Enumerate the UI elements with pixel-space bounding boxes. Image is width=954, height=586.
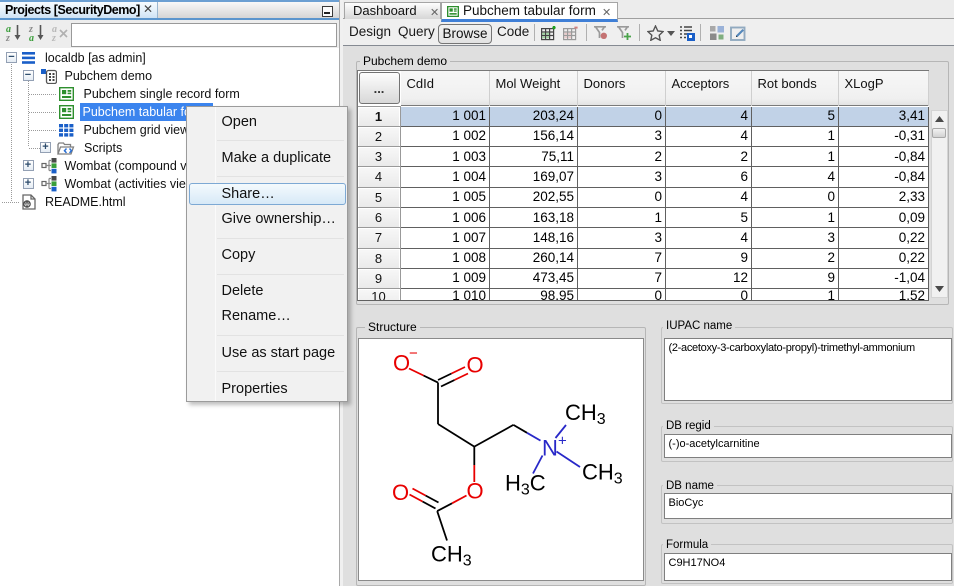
svg-text:O: O [393,351,410,376]
svg-text:O: O [392,480,409,505]
svg-text:+: + [558,433,567,450]
svg-text:z: z [5,33,10,43]
svg-text:CH3: CH3 [565,400,606,428]
svg-text:−: − [409,345,418,362]
svg-text:CH3: CH3 [582,460,623,488]
svg-text:CH3: CH3 [431,542,472,570]
svg-text:N: N [542,436,558,461]
svg-text:a: a [29,33,34,43]
svg-text:O: O [467,353,484,378]
svg-text:O: O [467,479,484,504]
svg-text:H3C: H3C [505,471,546,499]
svg-text:z: z [51,33,56,43]
